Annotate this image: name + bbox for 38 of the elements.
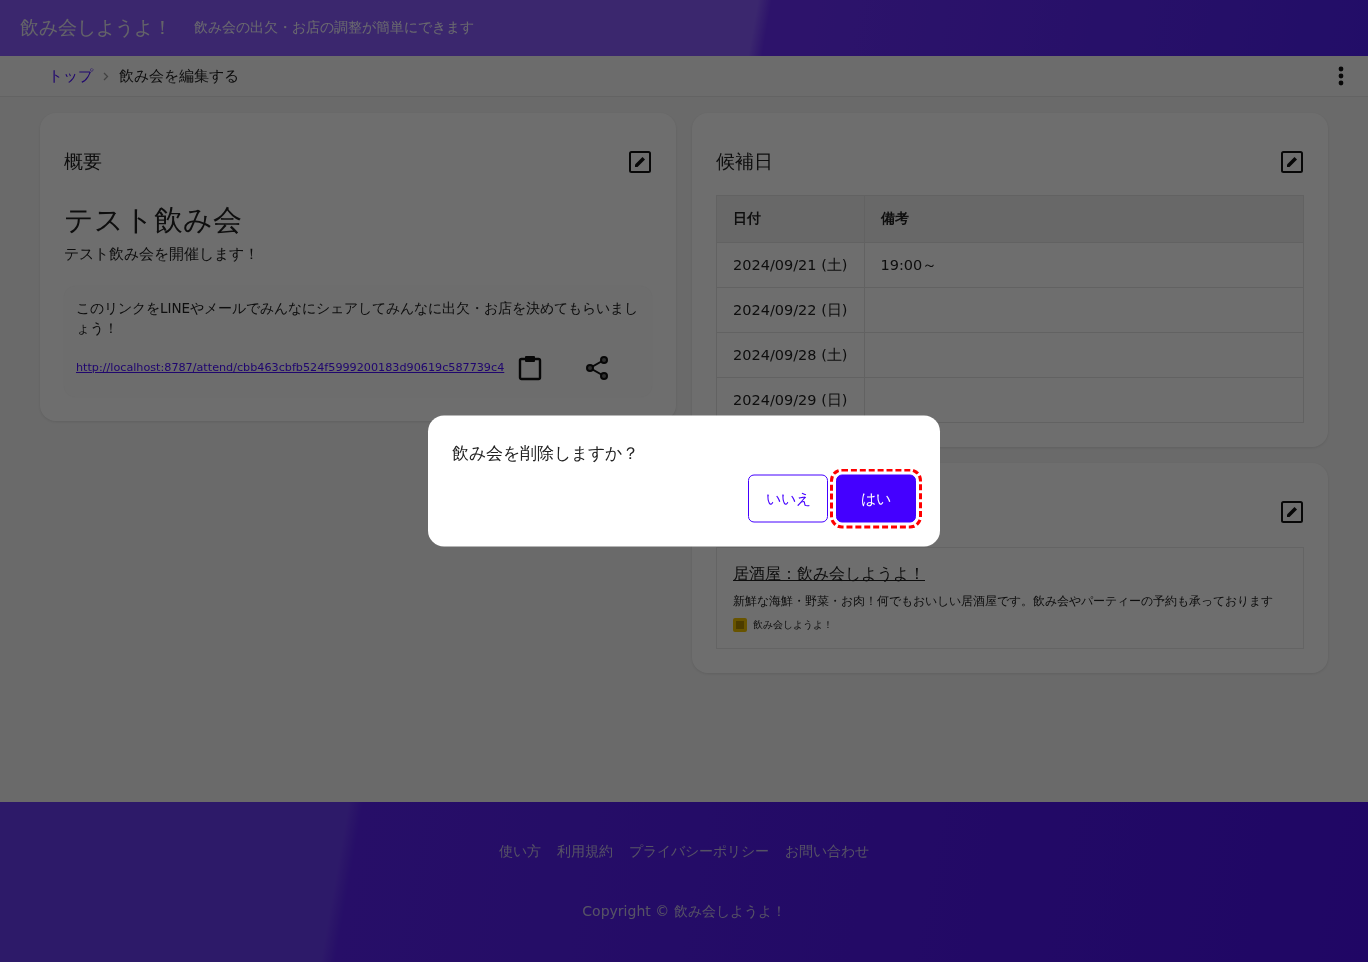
table-cell: 2024/09/21 (土) xyxy=(716,242,864,288)
copyright: Copyright © 飲み会しようよ！ xyxy=(582,903,786,921)
share-icon xyxy=(584,354,611,381)
column-header: 日付 xyxy=(716,195,864,243)
share-button[interactable] xyxy=(584,354,611,381)
breadcrumb-link[interactable]: トップ xyxy=(48,66,93,86)
card-heading: 概要 xyxy=(64,149,102,174)
edit-icon xyxy=(1280,500,1304,524)
clipboard-icon xyxy=(518,354,543,381)
cancel-button[interactable]: いいえ xyxy=(748,474,828,523)
table-cell: 2024/09/22 (日) xyxy=(716,287,864,333)
edit-button[interactable] xyxy=(628,150,652,174)
footer-link[interactable]: お問い合わせ xyxy=(785,843,869,861)
shop-description: 新鮮な海鮮・野菜・お肉！何でもおいしい居酒屋です。飲み会やパーティーの予約も承っております xyxy=(733,593,1274,610)
shop-link[interactable]: 居酒屋：飲み会しようよ！ xyxy=(733,564,1287,585)
current-page-label: 飲み会を編集する xyxy=(119,66,239,86)
column-header: 備考 xyxy=(864,195,1304,243)
edit-button[interactable] xyxy=(1280,500,1304,524)
card-heading: 候補日 xyxy=(716,149,773,174)
event-description: テスト飲み会を開催します！ xyxy=(64,245,260,264)
table-cell: 19:00～ xyxy=(864,242,1304,288)
footer-link[interactable]: 利用規約 xyxy=(557,843,613,861)
site-icon xyxy=(733,618,747,632)
share-link[interactable]: http://localhost:8787/attend/cbb463cbfb524f5999200183d90619c587739c4 xyxy=(76,361,505,374)
event-name: テスト飲み会 xyxy=(64,202,243,239)
edit-icon xyxy=(628,150,652,174)
share-note: このリンクをLINEやメールでみんなにシェアしてみんなに出欠・お店を決めてもらいましょう！ xyxy=(76,299,640,339)
dialog-message: 飲み会を削除しますか？ xyxy=(452,441,640,465)
footer-link[interactable]: 使い方 xyxy=(499,843,541,861)
edit-icon xyxy=(1280,150,1304,174)
table-cell: 2024/09/28 (土) xyxy=(716,332,864,378)
kebab-menu-icon xyxy=(1338,66,1344,86)
more-menu-button[interactable] xyxy=(1338,66,1344,86)
shop-source: 飲み会しようよ！ xyxy=(753,618,833,632)
copy-button[interactable] xyxy=(518,354,543,381)
footer-link[interactable]: プライバシーポリシー xyxy=(629,843,769,861)
chevron-icon xyxy=(103,71,109,81)
edit-button[interactable] xyxy=(1280,150,1304,174)
